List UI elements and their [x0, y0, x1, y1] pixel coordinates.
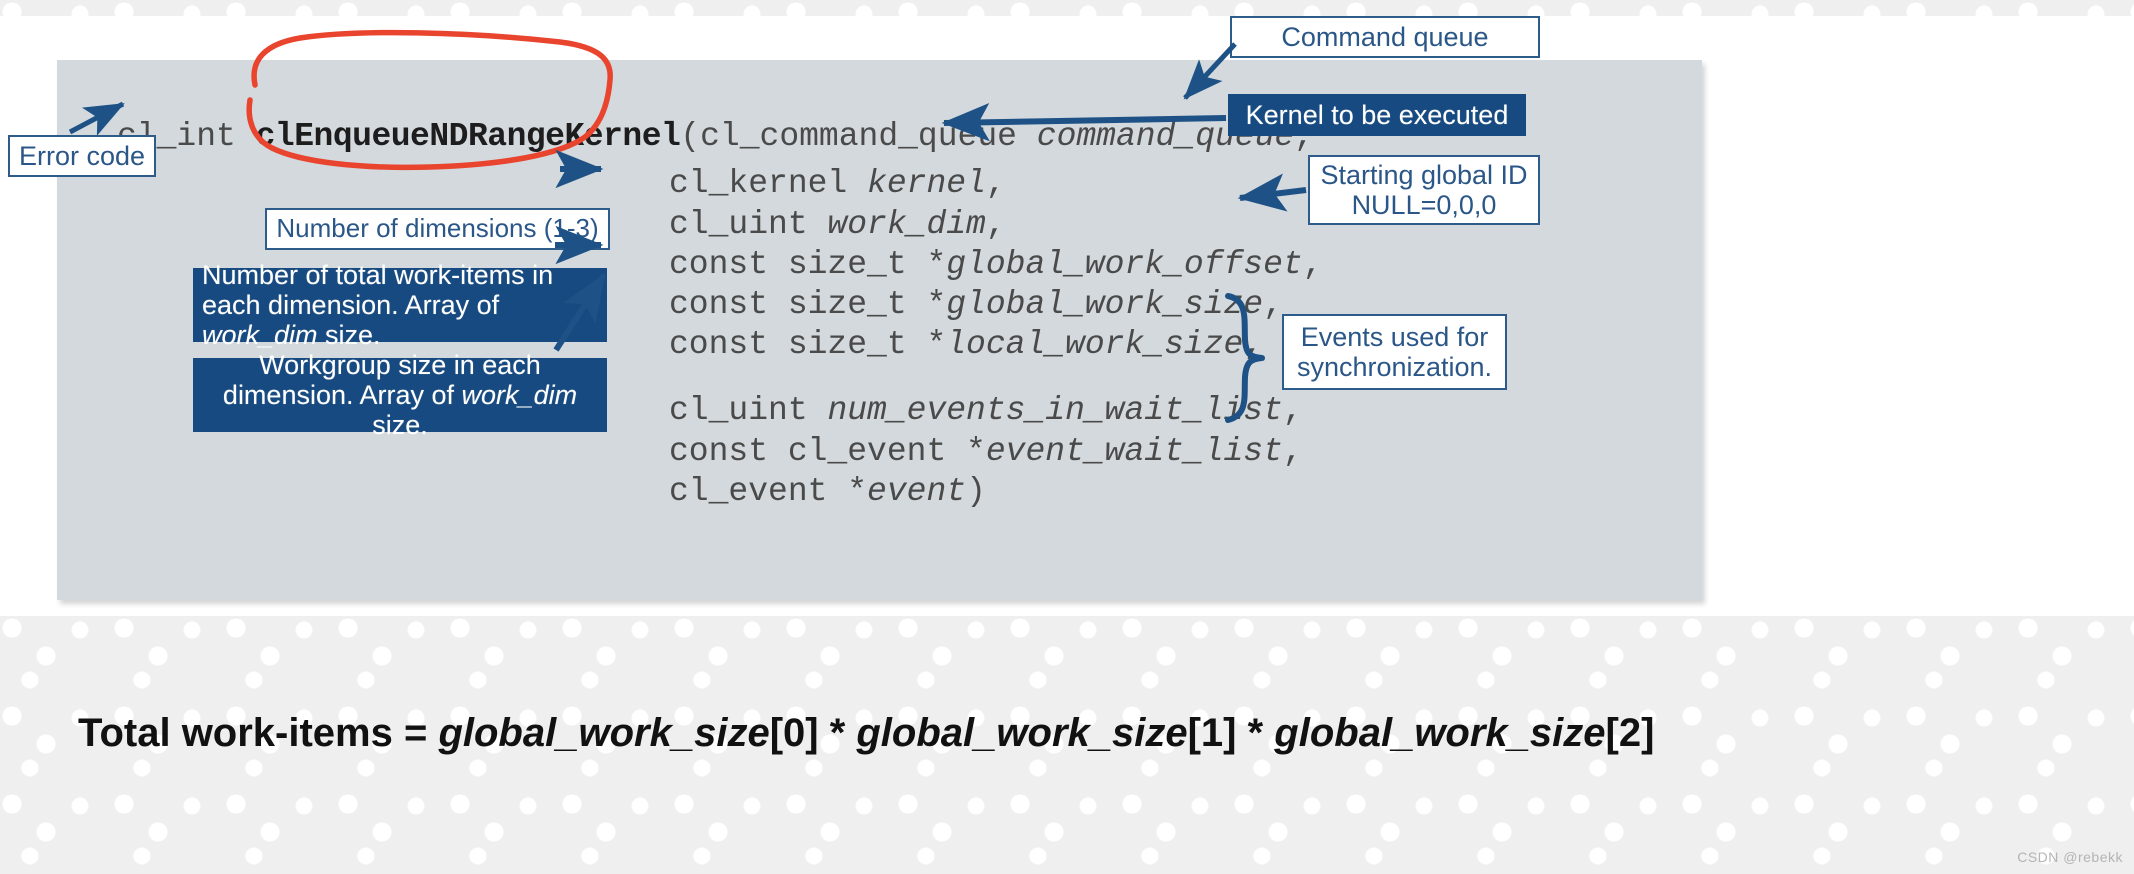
- callout-emphasis: work_dim: [461, 379, 578, 410]
- code-type: const cl_event *: [669, 433, 986, 470]
- code-line-kernel: cl_kernel kernel,: [669, 167, 1006, 200]
- callout-kernel-to-be-executed: Kernel to be executed: [1228, 94, 1526, 136]
- code-line-event-wait-list: const cl_event *event_wait_list,: [669, 435, 1303, 468]
- callout-error-code: Error code: [8, 135, 156, 177]
- code-type: const size_t *: [669, 246, 947, 283]
- slide-canvas: cl_int clEnqueueNDRangeKernel(cl_command…: [0, 0, 2134, 874]
- callout-workgroup-size: Workgroup size in each dimension. Array …: [193, 350, 607, 440]
- code-param: num_events_in_wait_list: [827, 392, 1283, 429]
- callout-line-2: NULL=0,0,0: [1351, 190, 1497, 220]
- callout-number-of-dimensions: Number of dimensions (1-3): [265, 208, 610, 250]
- code-type: const size_t *: [669, 286, 947, 323]
- code-param: event_wait_list: [985, 433, 1283, 470]
- callout-text-a: Number of total work-items in each dimen…: [202, 259, 554, 320]
- code-line-global-work-size: const size_t *global_work_size,: [669, 288, 1283, 321]
- callout-events-synchronization: Events used for synchronization.: [1282, 314, 1507, 390]
- code-type: cl_event *: [669, 473, 868, 510]
- watermark-dot-band-top: [0, 0, 2134, 16]
- callout-label: Workgroup size in each dimension. Array …: [202, 350, 598, 441]
- code-close-paren: ): [966, 473, 986, 510]
- code-open-paren-type: (cl_command_queue: [680, 118, 1037, 155]
- code-comma: ,: [1282, 433, 1303, 470]
- code-param: global_work_offset: [946, 246, 1303, 283]
- callout-emphasis: work_dim: [202, 320, 318, 351]
- callout-text-b: size.: [372, 410, 428, 441]
- code-comma: ,: [1302, 246, 1323, 283]
- callout-total-work-items: Number of total work-items in each dimen…: [193, 260, 607, 350]
- code-line-num-events: cl_uint num_events_in_wait_list,: [669, 394, 1303, 427]
- callout-starting-global-id: Starting global ID NULL=0,0,0: [1308, 155, 1540, 225]
- callout-label: Error code: [18, 140, 146, 171]
- watermark-credit: CSDN @rebekk: [2017, 849, 2123, 865]
- formula-term-2: global_work_size: [856, 711, 1188, 755]
- callout-command-queue: Command queue: [1230, 16, 1540, 58]
- callout-label: Number of total work-items in each dimen…: [202, 260, 598, 351]
- callout-label: Kernel to be executed: [1245, 99, 1509, 130]
- code-comma: ,: [1263, 286, 1283, 323]
- code-comma: ,: [985, 206, 1006, 243]
- formula-index-3: [2]: [1605, 711, 1655, 755]
- callout-line-1: Starting global ID: [1320, 159, 1528, 190]
- callout-label: Number of dimensions (1-3): [276, 213, 599, 244]
- callout-label: Events used for synchronization.: [1297, 322, 1492, 382]
- code-param: kernel: [867, 165, 986, 202]
- formula-prefix: Total work-items =: [78, 711, 439, 755]
- formula-term-3: global_work_size: [1274, 711, 1606, 755]
- code-line-event: cl_event *event): [669, 475, 986, 508]
- code-comma: ,: [1243, 326, 1264, 363]
- code-type: cl_uint: [669, 392, 828, 429]
- code-type: cl_uint: [669, 206, 828, 243]
- formula-index-2: [1]: [1187, 711, 1237, 755]
- code-line-local-work-size: const size_t *local_work_size,: [669, 328, 1263, 361]
- formula-index-1: [0]: [769, 711, 819, 755]
- callout-line-2: synchronization.: [1296, 352, 1493, 382]
- code-param: local_work_size: [946, 326, 1244, 363]
- code-line-signature: cl_int clEnqueueNDRangeKernel(cl_command…: [117, 120, 1314, 153]
- formula-term-1: global_work_size: [438, 711, 770, 755]
- code-function-name: clEnqueueNDRangeKernel: [255, 118, 681, 155]
- code-param: work_dim: [827, 206, 986, 243]
- code-param: global_work_size: [946, 286, 1264, 323]
- formula-operator-2: *: [1236, 711, 1275, 755]
- code-comma: ,: [1282, 392, 1303, 429]
- callout-text-b: size.: [317, 320, 381, 351]
- code-line-work-dim: cl_uint work_dim,: [669, 208, 1006, 241]
- callout-line-1: Events used for: [1300, 321, 1489, 352]
- code-type: const size_t *: [669, 326, 947, 363]
- code-param: event: [867, 473, 967, 510]
- code-type: cl_kernel: [669, 165, 868, 202]
- callout-label: Starting global ID NULL=0,0,0: [1320, 160, 1527, 220]
- code-comma: ,: [985, 165, 1006, 202]
- callout-label: Command queue: [1281, 21, 1489, 52]
- total-work-items-formula: Total work-items = global_work_size[0] *…: [78, 711, 1654, 756]
- code-line-global-work-offset: const size_t *global_work_offset,: [669, 248, 1323, 281]
- formula-operator-1: *: [818, 711, 857, 755]
